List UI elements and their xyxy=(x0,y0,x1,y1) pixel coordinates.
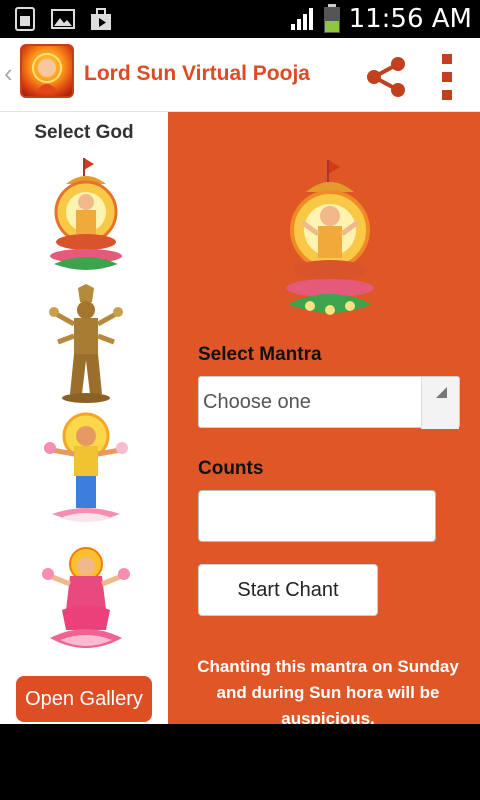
share-icon xyxy=(367,57,405,97)
god-krishna-thumbnail[interactable] xyxy=(36,410,136,530)
navigation-area xyxy=(0,724,480,800)
select-mantra-label: Select Mantra xyxy=(198,344,322,365)
pooja-panel: Select Mantra Choose one Counts Start Ch… xyxy=(168,112,480,724)
app-title: Lord Sun Virtual Pooja xyxy=(84,62,310,85)
battery-icon xyxy=(323,4,340,33)
god-vishnu-thumbnail[interactable] xyxy=(36,284,136,404)
counts-label: Counts xyxy=(198,458,264,479)
dropdown-arrow-icon xyxy=(421,377,459,429)
select-god-heading: Select God xyxy=(34,122,134,143)
god-lakshmi-thumbnail[interactable] xyxy=(36,540,136,660)
share-button[interactable] xyxy=(362,52,412,102)
media-icon xyxy=(91,8,111,30)
god-sun-thumbnail[interactable] xyxy=(36,156,136,276)
signal-icon xyxy=(290,8,313,30)
sim-icon xyxy=(15,7,35,31)
start-chant-button[interactable]: Start Chant xyxy=(198,564,378,616)
mantra-select[interactable]: Choose one xyxy=(198,376,460,429)
selected-god-image xyxy=(280,158,380,324)
app-icon[interactable] xyxy=(20,44,74,98)
counts-input[interactable] xyxy=(198,490,436,542)
god-selector-panel: Select God Open Gallery xyxy=(0,112,168,724)
action-bar: ‹ Lord Sun Virtual Pooja xyxy=(0,38,480,112)
status-bar: 11:56 AM xyxy=(0,0,480,38)
open-gallery-button[interactable]: Open Gallery xyxy=(16,676,152,722)
image-icon xyxy=(51,9,75,29)
clock: 11:56 AM xyxy=(348,4,472,34)
up-navigation-icon[interactable]: ‹ xyxy=(4,58,13,89)
auspicious-note: Chanting this mantra on Sunday and durin… xyxy=(197,657,459,724)
overflow-menu-icon[interactable] xyxy=(432,52,462,102)
mantra-select-value: Choose one xyxy=(203,391,311,413)
